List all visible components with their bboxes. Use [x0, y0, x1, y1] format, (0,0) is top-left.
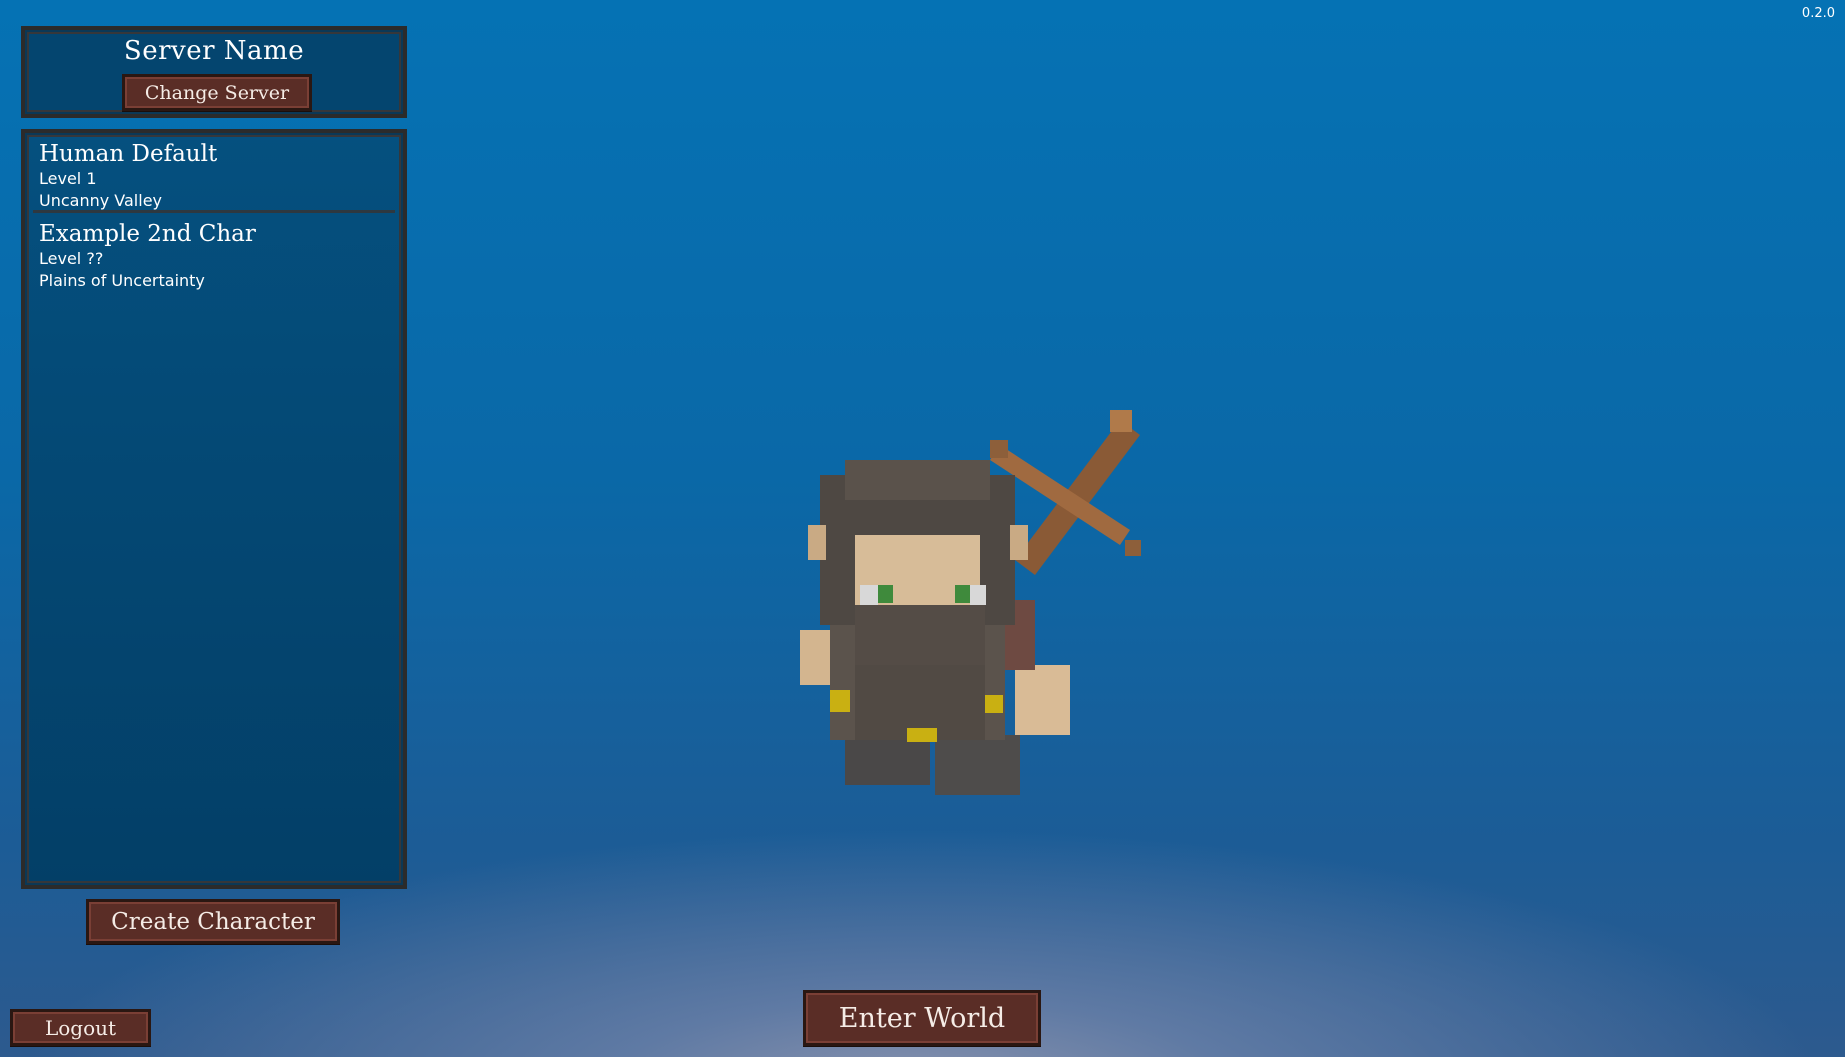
create-character-button[interactable]: Create Character: [86, 899, 340, 944]
voxel-dwarf-character: [800, 460, 1070, 795]
character-level: Level ??: [39, 249, 104, 268]
version-label: 0.2.0: [1801, 6, 1835, 21]
server-name: Server Name: [123, 36, 305, 66]
character-item-human-default[interactable]: Human Default Level 1 Uncanny Valley: [33, 137, 395, 213]
character-location: Plains of Uncertainty: [39, 271, 205, 290]
character-level: Level 1: [39, 169, 97, 188]
character-location: Uncanny Valley: [39, 191, 162, 210]
character-list: Human Default Level 1 Uncanny Valley Exa…: [21, 129, 407, 889]
logout-button[interactable]: Logout: [10, 1009, 151, 1046]
character-preview[interactable]: [790, 400, 1190, 830]
server-panel: Server Name Change Server: [21, 26, 407, 118]
character-item-example-2nd-char[interactable]: Example 2nd Char Level ?? Plains of Unce…: [33, 217, 395, 297]
enter-world-button[interactable]: Enter World: [803, 990, 1041, 1046]
character-name: Example 2nd Char: [39, 221, 256, 247]
change-server-button[interactable]: Change Server: [122, 74, 312, 111]
character-name: Human Default: [39, 141, 218, 167]
